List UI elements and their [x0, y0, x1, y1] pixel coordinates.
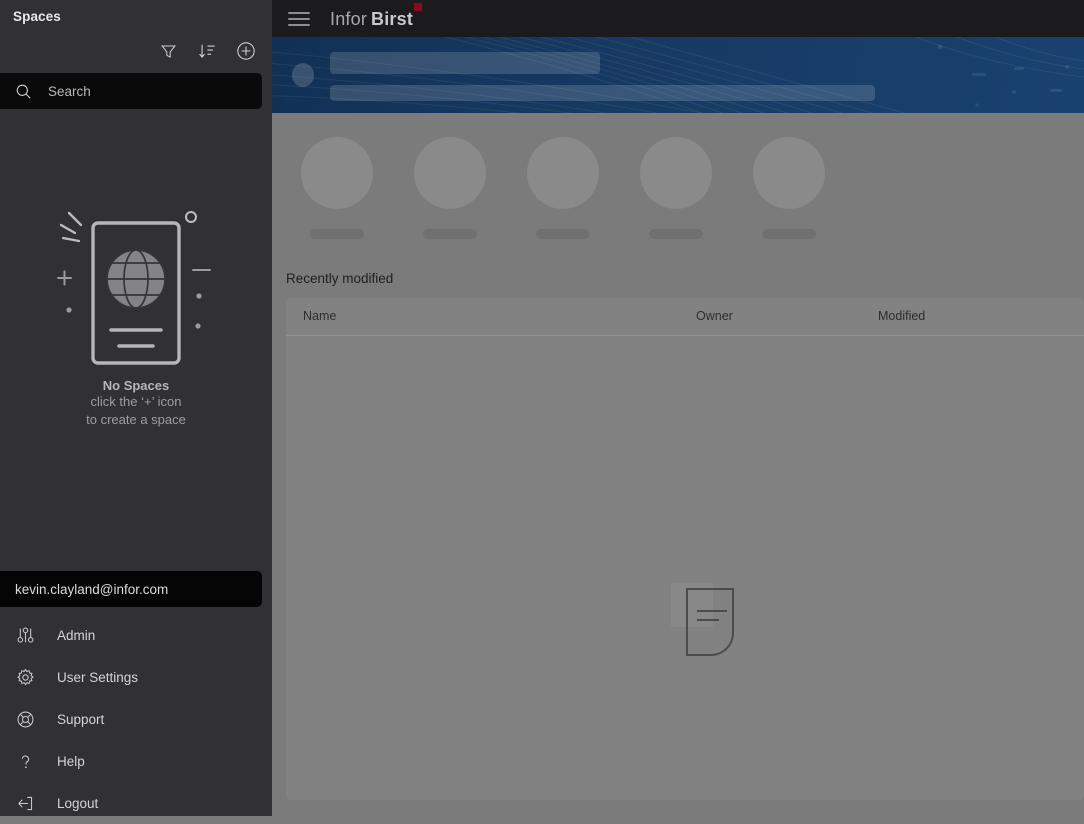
empty-state-line2: to create a space — [0, 411, 272, 429]
search-input[interactable] — [48, 84, 238, 99]
banner-pattern — [272, 37, 1084, 113]
tile-label-placeholder — [536, 229, 590, 239]
add-space-icon[interactable] — [235, 40, 257, 62]
banner-title-placeholder — [330, 52, 600, 74]
tile-circle-placeholder — [753, 137, 825, 209]
tile-label-placeholder — [649, 229, 703, 239]
sidebar-item-user-settings[interactable]: User Settings — [0, 656, 272, 698]
sidebar-item-label: Logout — [57, 796, 98, 811]
tile-circle-placeholder — [640, 137, 712, 209]
brand-primary-text: Infor — [330, 9, 367, 29]
account-email: kevin.clayland@infor.com — [15, 582, 168, 597]
tile-placeholder — [301, 137, 373, 239]
sidebar-item-label: Admin — [57, 628, 95, 643]
tile-label-placeholder — [423, 229, 477, 239]
main-content: Recently modified Name Owner Modified — [272, 113, 1084, 816]
recently-modified-title: Recently modified — [286, 271, 393, 286]
app-header: InforBirst — [272, 0, 1084, 37]
tile-label-placeholder — [310, 229, 364, 239]
spaces-sidebar: Spaces — [0, 0, 272, 816]
hamburger-icon[interactable] — [288, 12, 310, 26]
tile-circle-placeholder — [527, 137, 599, 209]
space-banner — [272, 37, 1084, 113]
empty-state-line1: click the ‘+’ icon — [0, 393, 272, 411]
tile-label-placeholder — [762, 229, 816, 239]
account-bar[interactable]: kevin.clayland@infor.com — [0, 571, 262, 607]
sidebar-toolbar — [157, 40, 257, 62]
sort-icon[interactable] — [196, 40, 218, 62]
sidebar-item-support[interactable]: Support — [0, 698, 272, 740]
tiles-placeholder-row — [301, 137, 825, 239]
tile-placeholder — [414, 137, 486, 239]
sidebar-item-label: Support — [57, 712, 104, 727]
brand-accent-square — [414, 3, 422, 11]
passport-globe-illustration — [41, 195, 231, 370]
document-icon — [671, 583, 743, 661]
lifebuoy-icon — [13, 707, 37, 731]
sidebar-title: Spaces — [13, 9, 61, 24]
column-header-name[interactable]: Name — [303, 309, 336, 323]
sidebar-nav: Admin User Settings Support — [0, 614, 272, 824]
column-header-modified[interactable]: Modified — [878, 309, 925, 323]
search-icon — [15, 83, 32, 100]
table-header-row: Name Owner Modified — [286, 298, 1084, 336]
sidebar-item-label: Help — [57, 754, 85, 769]
sidebar-item-logout[interactable]: Logout — [0, 782, 272, 824]
sidebar-item-admin[interactable]: Admin — [0, 614, 272, 656]
tile-placeholder — [753, 137, 825, 239]
recently-modified-table: Name Owner Modified — [286, 298, 1084, 800]
empty-state-title: No Spaces — [0, 378, 272, 393]
tile-placeholder — [640, 137, 712, 239]
sliders-icon — [13, 623, 37, 647]
logout-arrow-icon — [13, 791, 37, 815]
brand-secondary-text: Birst — [371, 9, 413, 29]
question-mark-icon — [13, 749, 37, 773]
banner-avatar-placeholder — [292, 63, 314, 87]
tile-placeholder — [527, 137, 599, 239]
filter-icon[interactable] — [157, 40, 179, 62]
tile-circle-placeholder — [414, 137, 486, 209]
sidebar-item-label: User Settings — [57, 670, 138, 685]
tile-circle-placeholder — [301, 137, 373, 209]
gear-icon — [13, 665, 37, 689]
banner-subtitle-placeholder — [330, 85, 875, 101]
sidebar-item-help[interactable]: Help — [0, 740, 272, 782]
spaces-empty-state: No Spaces click the ‘+’ icon to create a… — [0, 195, 272, 429]
column-header-owner[interactable]: Owner — [696, 309, 733, 323]
search-box[interactable] — [0, 73, 262, 109]
brand-logo: InforBirst — [330, 10, 413, 28]
